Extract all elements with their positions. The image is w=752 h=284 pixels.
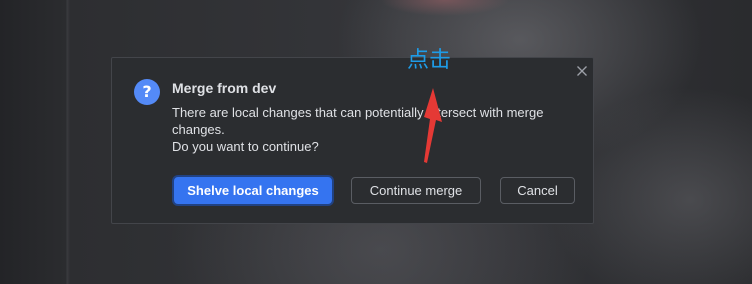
continue-merge-button[interactable]: Continue merge xyxy=(351,177,481,204)
question-icon: ? xyxy=(134,79,160,105)
merge-dialog: ? Merge from dev There are local changes… xyxy=(111,57,594,224)
message-line-3: Do you want to continue? xyxy=(172,139,319,154)
shelve-local-changes-button[interactable]: Shelve local changes xyxy=(174,177,332,204)
background-detail xyxy=(360,0,530,40)
annotation-click-label: 点击 xyxy=(407,48,452,73)
message-line-2: changes. xyxy=(172,122,225,137)
close-icon xyxy=(577,66,587,76)
dialog-title: Merge from dev xyxy=(172,80,277,96)
dialog-message: There are local changes that can potenti… xyxy=(172,104,582,155)
close-button[interactable] xyxy=(574,63,590,79)
message-line-1: There are local changes that can potenti… xyxy=(172,105,544,120)
cancel-button[interactable]: Cancel xyxy=(500,177,575,204)
